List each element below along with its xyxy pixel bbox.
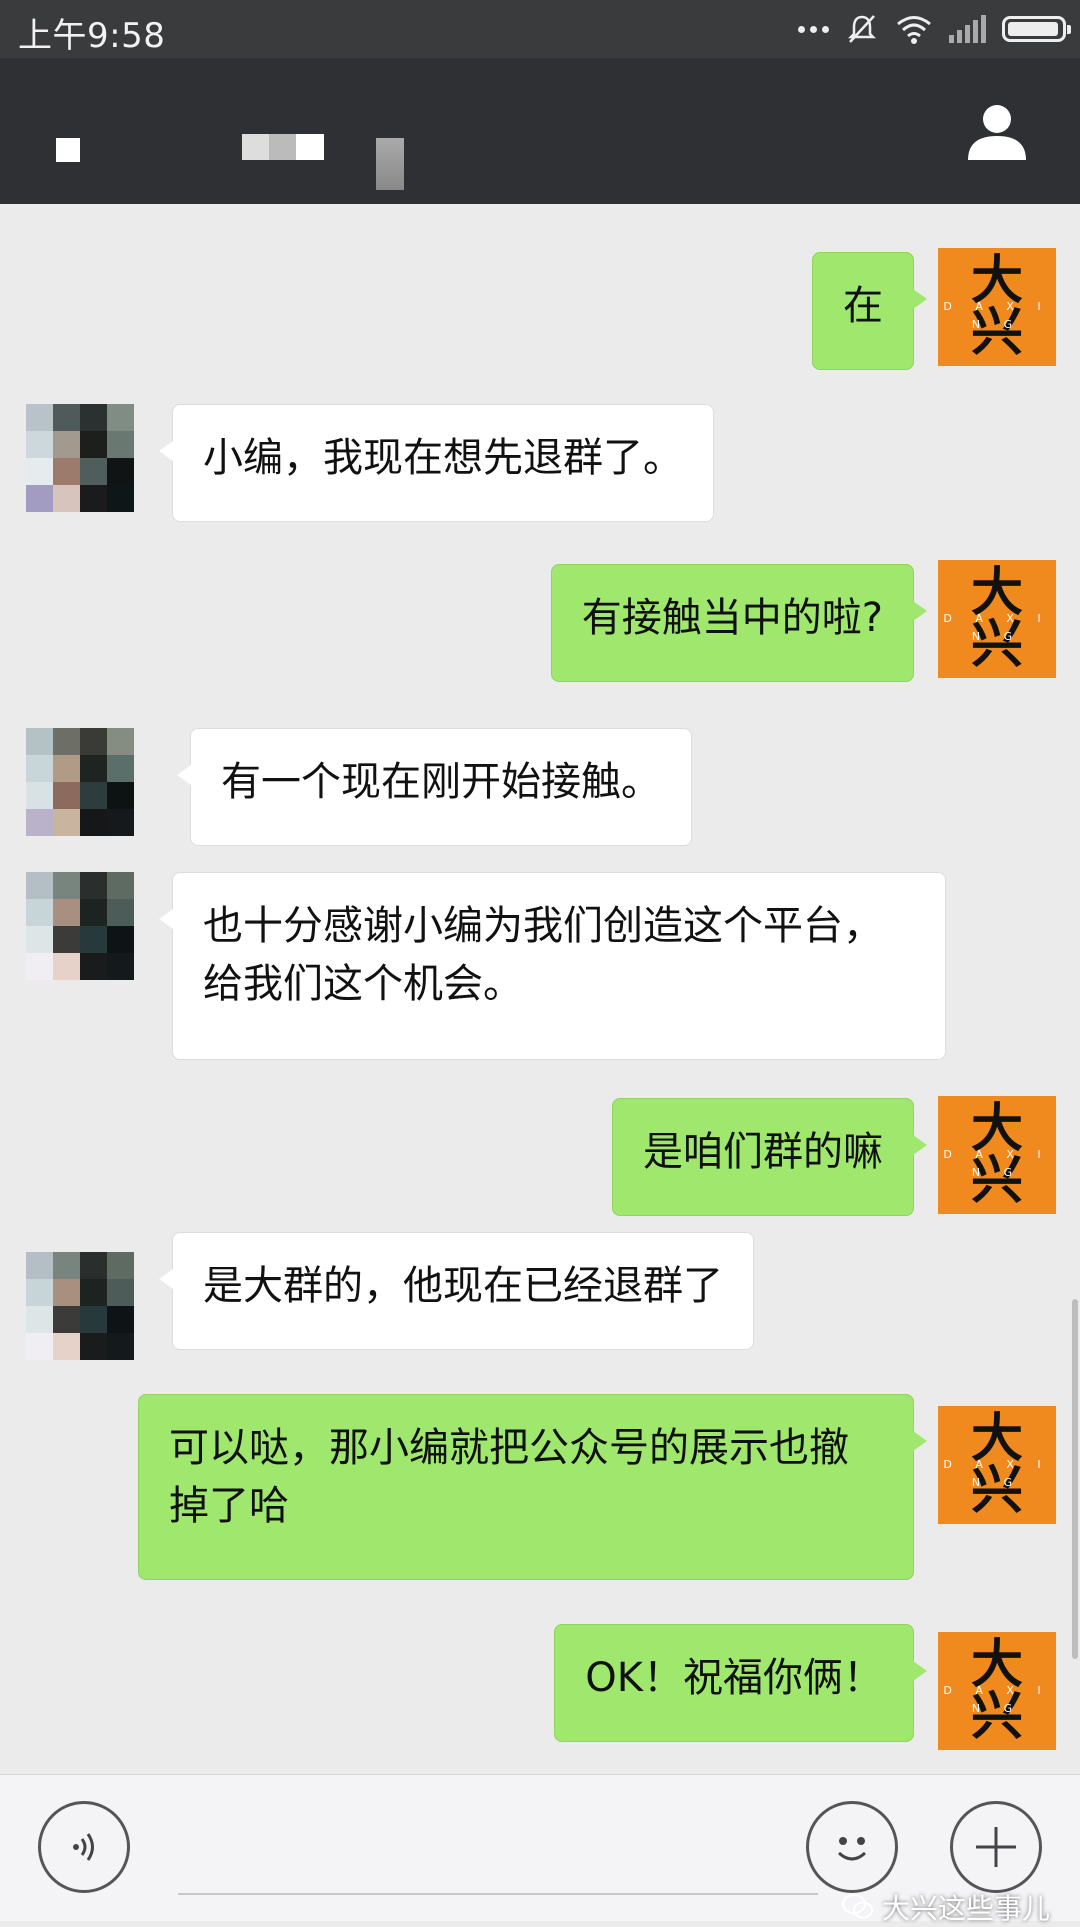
contact-avatar[interactable] xyxy=(26,404,134,512)
mute-bell-icon xyxy=(847,15,877,43)
contact-name-redacted xyxy=(242,134,324,160)
message-bubble[interactable]: OK！祝福你俩！ xyxy=(554,1624,927,1742)
wifi-icon xyxy=(897,16,931,44)
status-bar: 上午9:58 xyxy=(0,0,1080,58)
person-icon[interactable] xyxy=(966,100,1028,162)
battery-icon xyxy=(1002,16,1071,42)
message-bubble[interactable]: 是大群的，他现在已经退群了 xyxy=(159,1232,754,1350)
emoji-button[interactable] xyxy=(806,1801,898,1893)
status-icons xyxy=(798,10,1071,48)
message-bubble[interactable]: 也十分感谢小编为我们创造这个平台，给我们这个机会。 xyxy=(159,872,946,1060)
avatar-band: D A X I N G xyxy=(943,1684,1051,1715)
contact-name-redacted xyxy=(376,138,404,190)
voice-icon xyxy=(73,1833,94,1861)
message-bubble[interactable]: 有一个现在刚开始接触。 xyxy=(177,728,692,846)
contact-avatar[interactable] xyxy=(26,1252,134,1360)
avatar-band: D A X I N G xyxy=(943,1148,1051,1179)
message-bubble[interactable]: 可以哒，那小编就把公众号的展示也撤掉了哈 xyxy=(138,1394,927,1580)
message-bubble[interactable]: 是咱们群的嘛 xyxy=(612,1098,927,1216)
my-avatar[interactable]: 大兴 D A X I N G xyxy=(938,1632,1056,1750)
status-time: 上午9:58 xyxy=(18,16,166,56)
watermark-text: 大兴这些事儿 xyxy=(881,1892,1050,1925)
wechat-logo-icon xyxy=(841,1894,873,1919)
voice-button[interactable] xyxy=(38,1801,130,1893)
message-bubble[interactable]: 在 xyxy=(812,252,927,370)
plus-icon xyxy=(976,1827,1016,1867)
my-avatar[interactable]: 大兴 D A X I N G xyxy=(938,1406,1056,1524)
message-bubble[interactable]: 有接触当中的啦? xyxy=(550,564,928,682)
avatar-band: D A X I N G xyxy=(943,300,1051,331)
avatar-band: D A X I N G xyxy=(943,612,1051,643)
message-list[interactable]: 大兴 D A X I N G 在 小编，我现在想先退群了。 大兴 D A X I… xyxy=(0,204,1080,1774)
more-dots-icon xyxy=(798,25,829,33)
my-avatar[interactable]: 大兴 D A X I N G xyxy=(938,560,1056,678)
signal-icon xyxy=(949,15,986,43)
plus-button[interactable] xyxy=(950,1801,1042,1893)
scrollbar[interactable] xyxy=(1072,1299,1078,1659)
message-bubble[interactable]: 小编，我现在想先退群了。 xyxy=(159,404,714,522)
input-bar: 大兴这些事儿 xyxy=(0,1774,1080,1925)
message-input[interactable] xyxy=(178,1893,818,1895)
watermark: 大兴这些事儿 xyxy=(841,1887,1050,1927)
contact-name-redacted xyxy=(56,138,80,162)
contact-avatar[interactable] xyxy=(26,728,134,836)
my-avatar[interactable]: 大兴 D A X I N G xyxy=(938,1096,1056,1214)
chat-header xyxy=(0,58,1080,204)
avatar-band: D A X I N G xyxy=(943,1458,1051,1489)
my-avatar[interactable]: 大兴 D A X I N G xyxy=(938,248,1056,366)
contact-avatar[interactable] xyxy=(26,872,134,980)
emoji-icon xyxy=(837,1837,867,1861)
